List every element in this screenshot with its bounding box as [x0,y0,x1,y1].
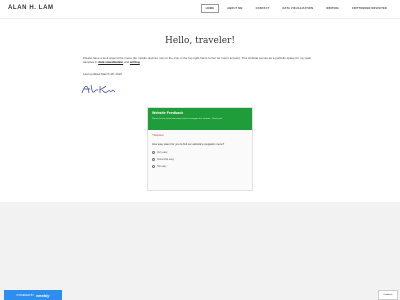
radio-icon[interactable] [152,150,155,154]
radio-icon[interactable] [152,164,155,168]
main-nav: HOME ABOUT ME CONTACT DATA VISUALIZATION… [200,4,392,13]
page-title: Hello, traveler! [165,36,235,46]
option-label: Very easy [157,150,168,154]
last-updated: Last updated March 28, 2022 [83,72,123,76]
intro-text-mid: and [123,60,130,65]
form-header: Website Feedback Please let me know how … [148,108,252,130]
form-title: Website Feedback [152,111,184,115]
main-content: Hello, traveler! Please have a look arou… [0,19,400,202]
data-visualization-link[interactable]: data visualization [98,60,123,64]
writing-link[interactable]: writing [130,60,140,64]
option-not-easy[interactable]: Not easy [152,164,248,168]
nav-item-about[interactable]: ABOUT ME [222,4,247,13]
site-brand[interactable]: ALAN H. LAM [8,5,54,11]
feedback-form: Website Feedback Please let me know how … [147,107,253,191]
form-subtitle: Please let me know how easy it was to na… [152,118,223,120]
footer-area [0,202,400,300]
option-very-easy[interactable]: Very easy [152,150,248,154]
form-body: * Required How easy was it for you to fi… [148,130,252,176]
radio-icon[interactable] [152,157,155,161]
signature-image [81,84,116,94]
weebly-logo: weebly [36,292,50,298]
required-note: * Required [152,134,164,137]
nav-item-crittenden[interactable]: CRITTENDEN REVISITED [347,4,392,13]
nav-item-contact[interactable]: CONTACT [251,4,275,13]
nav-item-writing[interactable]: WRITING [321,4,344,13]
option-somewhat-easy[interactable]: Somewhat easy [152,157,248,161]
nav-item-data-visualization[interactable]: DATA VISUALIZATION [277,4,318,13]
weebly-banner[interactable]: POWERED BY weebly [4,290,62,300]
form-question: How easy was it for you to find our webs… [152,143,225,146]
feedback-badge[interactable]: Feedback [378,290,398,300]
powered-by-label: POWERED BY [16,293,35,297]
option-label: Not easy [157,164,167,168]
intro-text-end: . [139,60,141,65]
intro-paragraph: Please have a look around the menu (for … [83,56,317,64]
nav-item-home[interactable]: HOME [200,4,220,13]
option-label: Somewhat easy [157,157,175,161]
site-header: ALAN H. LAM HOME ABOUT ME CONTACT DATA V… [0,0,400,19]
